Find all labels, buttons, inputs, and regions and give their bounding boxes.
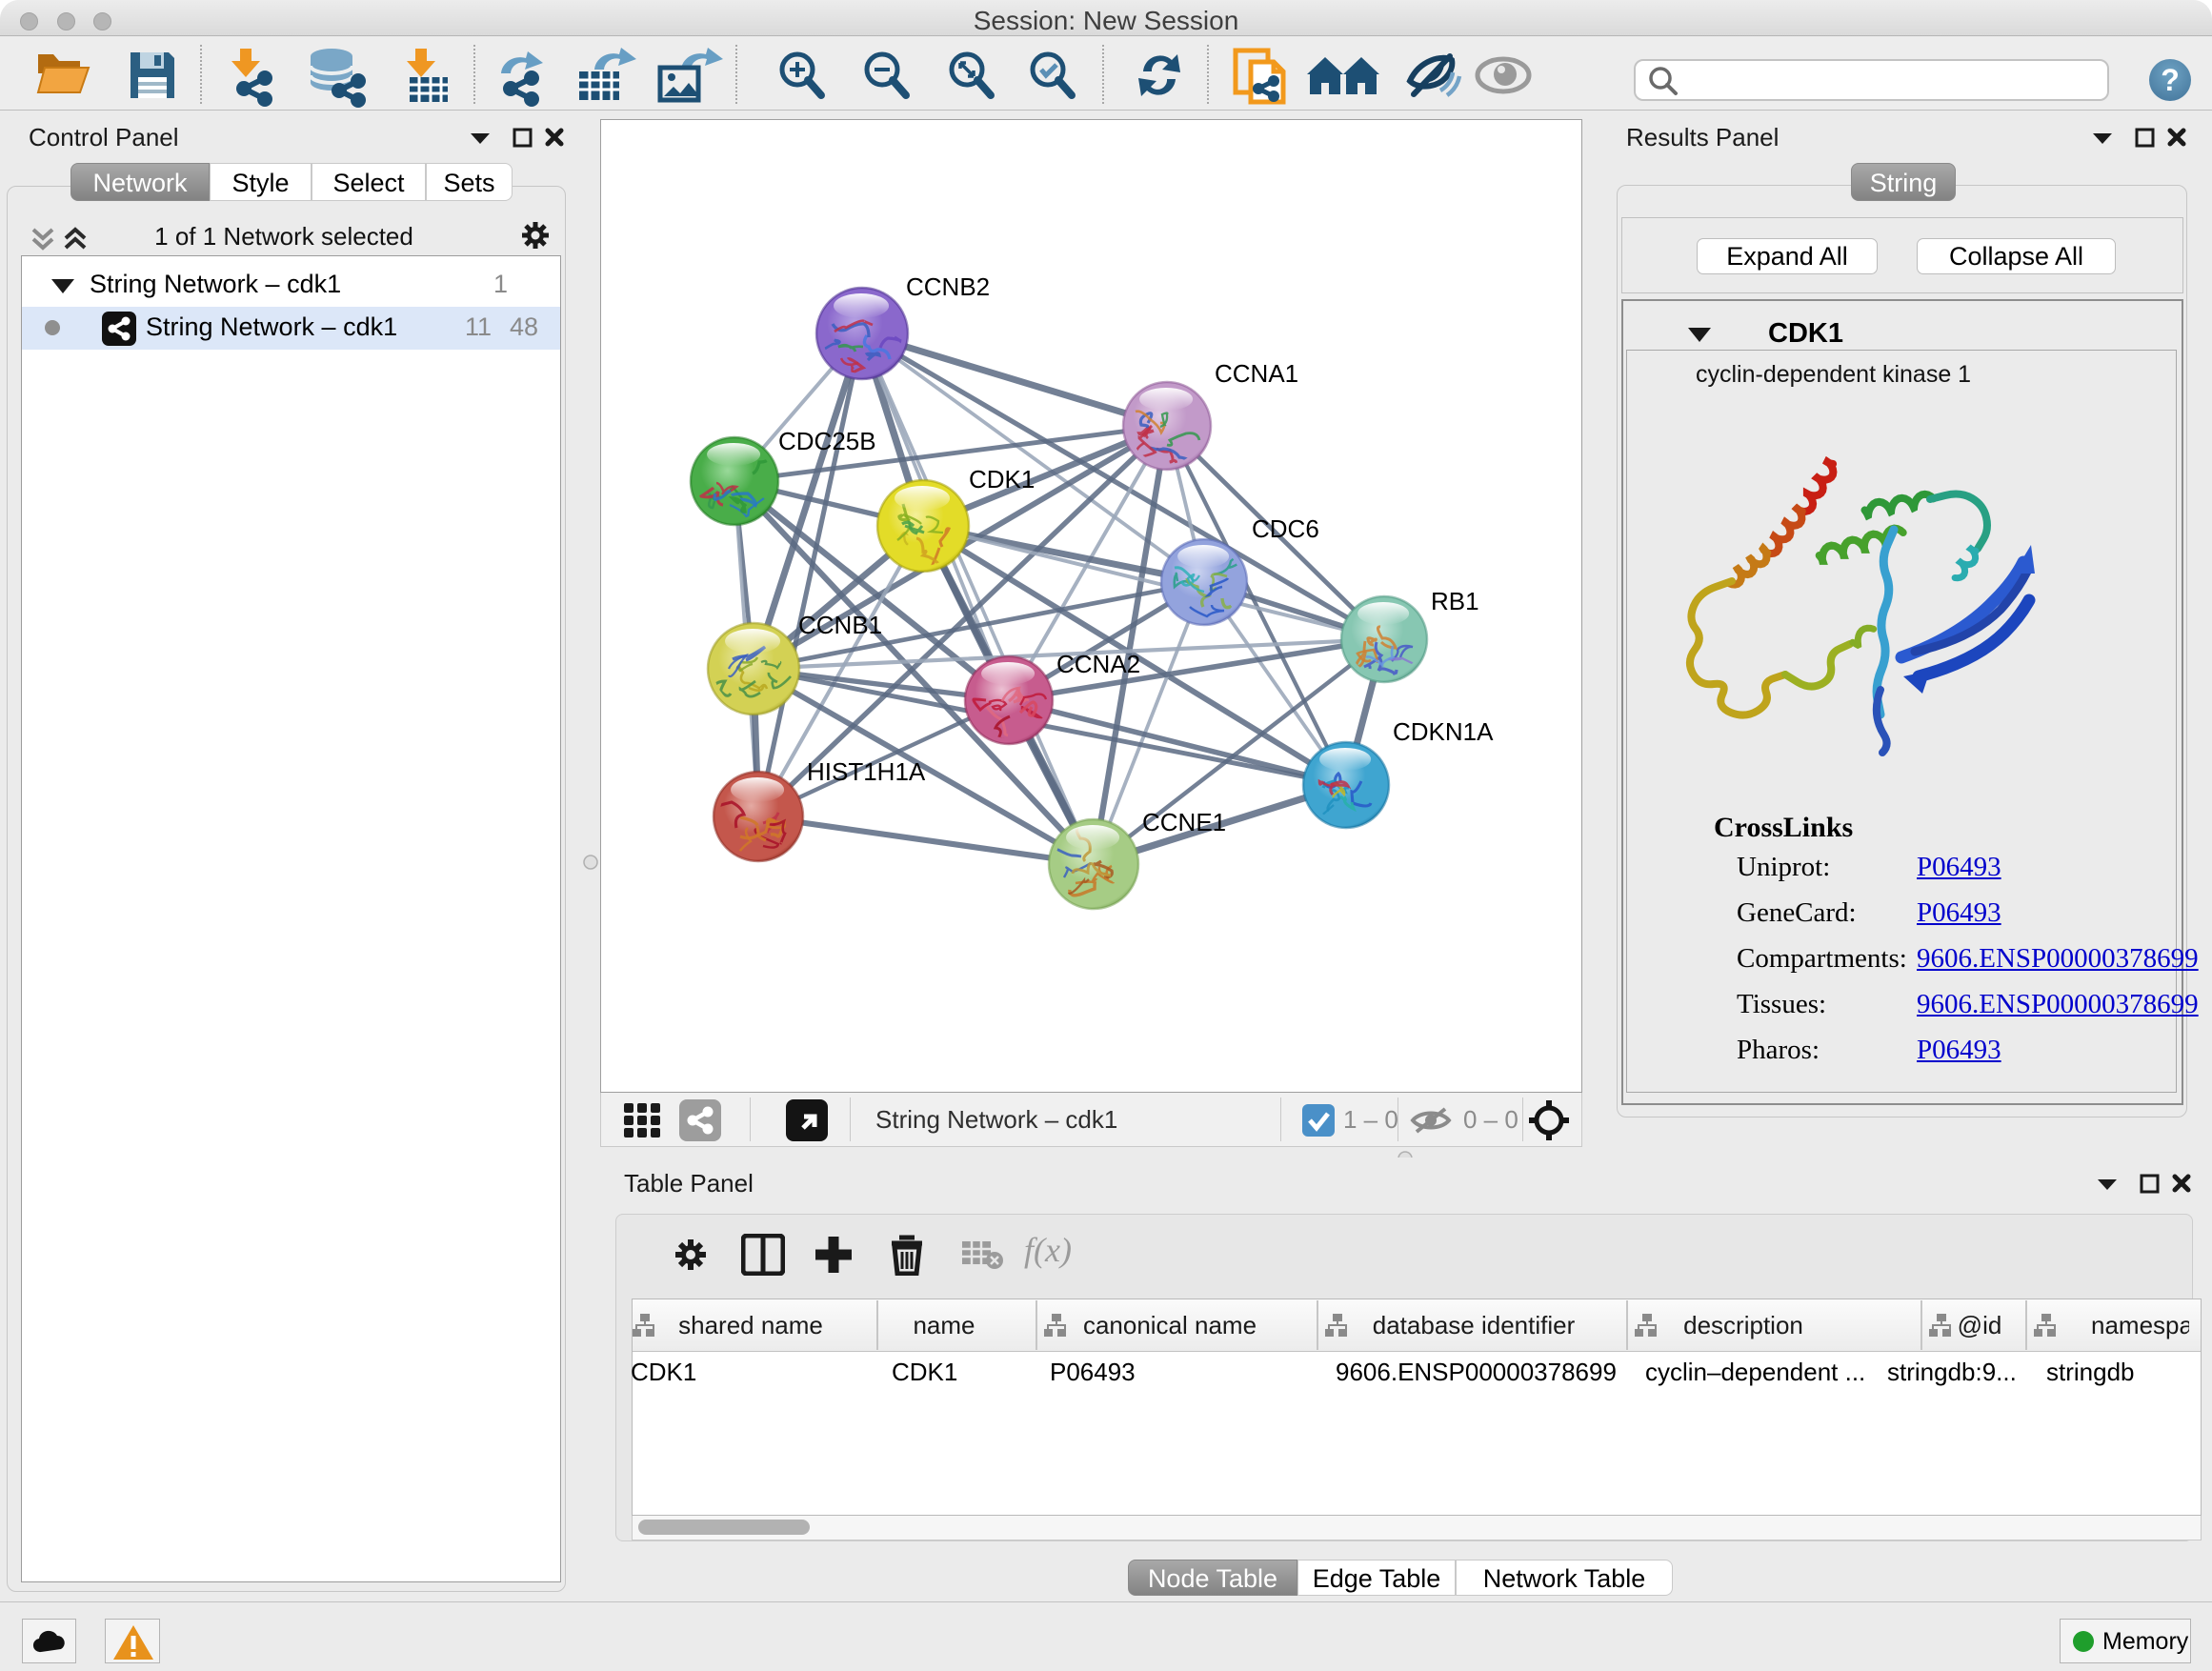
svg-text:CCNB1: CCNB1 (798, 611, 882, 639)
svg-text:CDC6: CDC6 (1252, 514, 1319, 543)
svg-text:database identifier: database identifier (1373, 1311, 1576, 1339)
svg-text:CCNA1: CCNA1 (1215, 359, 1298, 388)
svg-text:CCNA2: CCNA2 (1056, 650, 1140, 678)
svg-text:CDK1: CDK1 (892, 1358, 957, 1386)
svg-text:stringdb:9...: stringdb:9... (1887, 1358, 2017, 1386)
svg-text:RB1: RB1 (1431, 587, 1479, 615)
svg-text:9606.ENSP00000378699: 9606.ENSP00000378699 (1336, 1358, 1617, 1386)
svg-text:CDC25B: CDC25B (778, 427, 876, 455)
svg-text:CDKN1A: CDKN1A (1393, 717, 1494, 746)
svg-text:description: description (1683, 1311, 1803, 1339)
svg-text:P06493: P06493 (1050, 1358, 1136, 1386)
svg-text:CDK1: CDK1 (969, 465, 1035, 493)
svg-text:CCNE1: CCNE1 (1142, 808, 1226, 836)
svg-text:name: name (913, 1311, 975, 1339)
svg-text:shared name: shared name (678, 1311, 823, 1339)
svg-text:CDK1: CDK1 (631, 1358, 696, 1386)
svg-text:namespac: namespac (2091, 1311, 2189, 1339)
svg-text:HIST1H1A: HIST1H1A (807, 757, 926, 786)
svg-text:@id: @id (1958, 1311, 2002, 1339)
svg-text:cyclin–dependent ...: cyclin–dependent ... (1645, 1358, 1865, 1386)
svg-text:CCNB2: CCNB2 (906, 272, 990, 301)
svg-text:stringdb: stringdb (2046, 1358, 2135, 1386)
svg-text:canonical name: canonical name (1083, 1311, 1257, 1339)
